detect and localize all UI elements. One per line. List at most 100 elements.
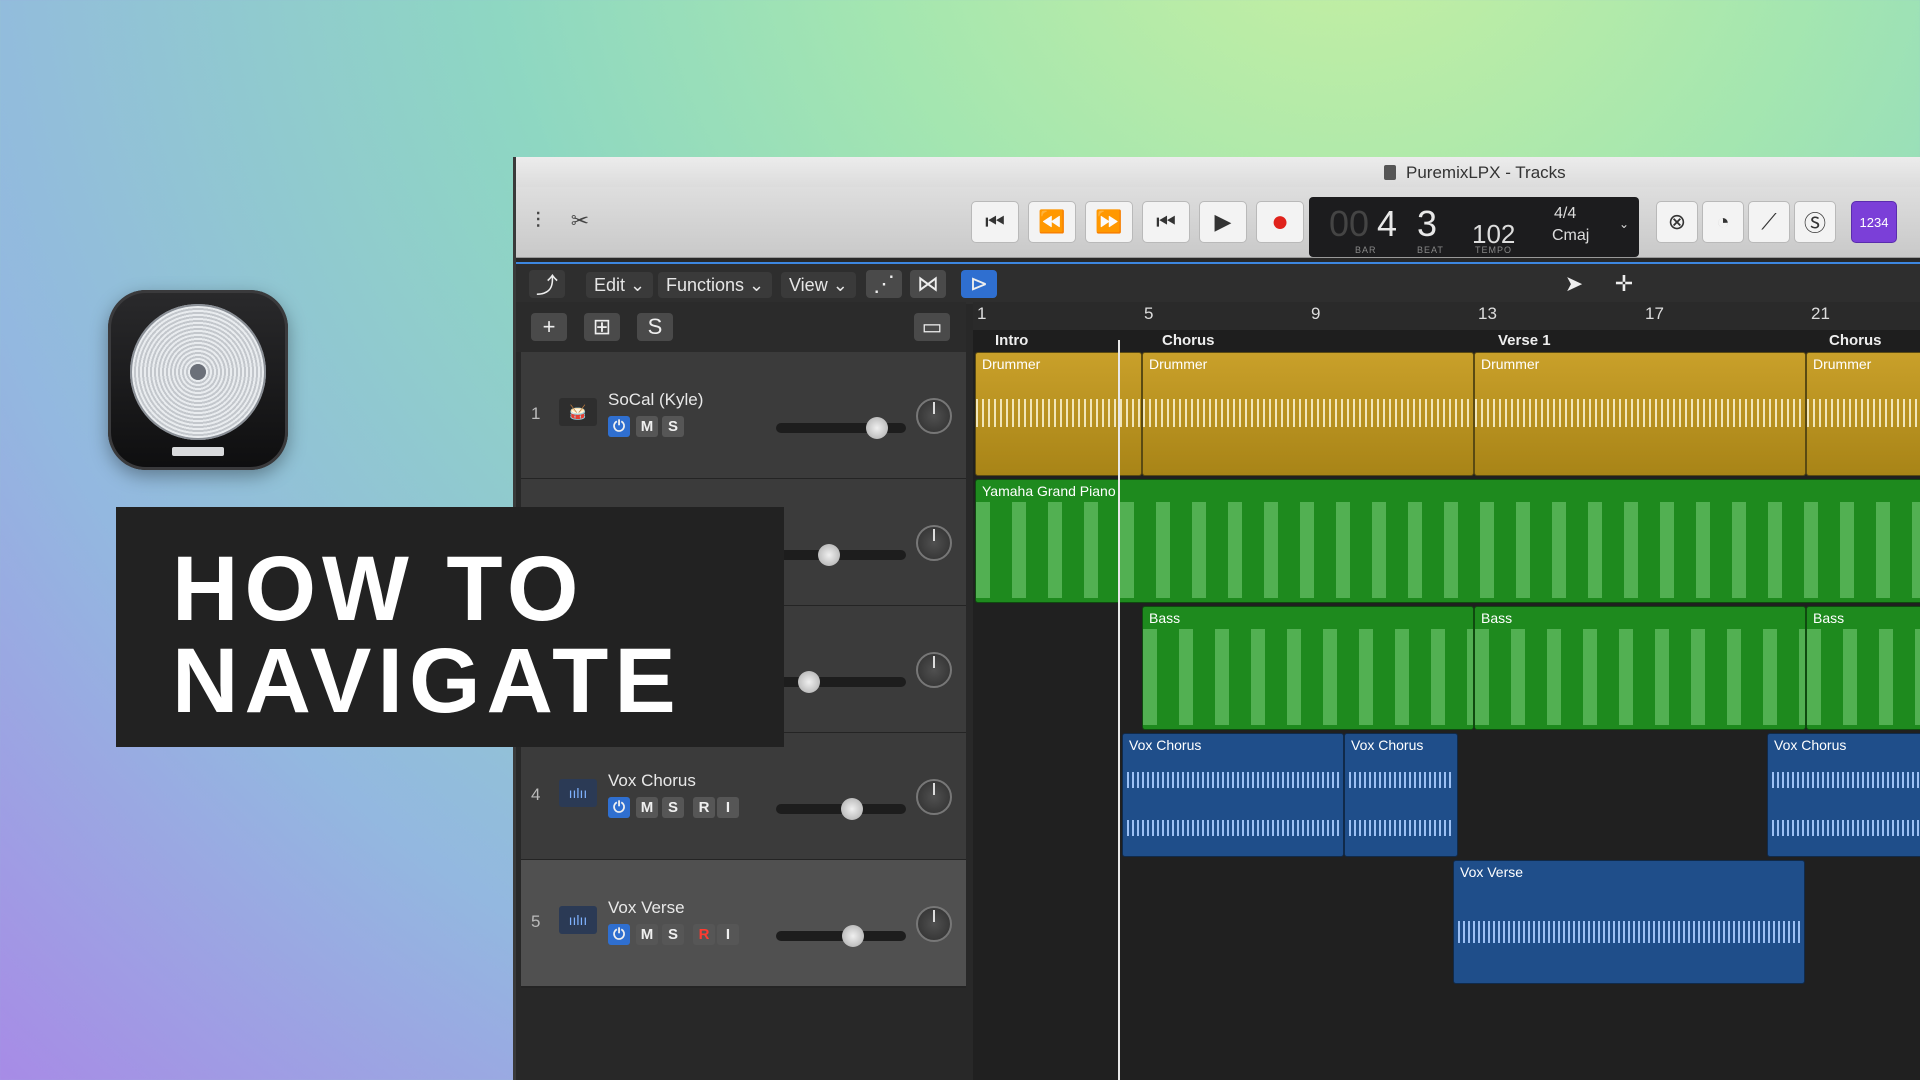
vox-chorus-region[interactable]: Vox Chorus: [1767, 733, 1920, 857]
track-name[interactable]: Vox Chorus: [608, 771, 696, 791]
replace-icon[interactable]: ⊗: [1656, 201, 1698, 243]
region-label: Bass: [1813, 610, 1845, 626]
go-to-start-button[interactable]: ⏮: [1142, 201, 1190, 243]
global-solo-button[interactable]: S: [637, 313, 673, 341]
chevron-down-icon[interactable]: ⌄: [1619, 217, 1629, 231]
fader-handle[interactable]: [842, 925, 864, 947]
marker[interactable]: Verse 1: [1498, 332, 1551, 349]
view-menu[interactable]: View ⌄: [781, 272, 856, 298]
bass-region[interactable]: Bass: [1474, 606, 1806, 730]
duplicate-track-icon[interactable]: ⊞: [584, 313, 620, 341]
power-icon[interactable]: ⏻: [608, 797, 630, 818]
piano-region[interactable]: Yamaha Grand Piano: [975, 479, 1920, 603]
pointer-tool-icon[interactable]: ➤: [1556, 270, 1592, 298]
functions-menu[interactable]: Functions ⌄: [658, 272, 773, 298]
pan-knob[interactable]: [916, 906, 952, 942]
fader-handle[interactable]: [866, 417, 888, 439]
drum-kit-icon: 🥁: [559, 398, 597, 426]
tracks-area[interactable]: Drummer Drummer Drummer Drummer Yamaha G…: [973, 352, 1920, 1080]
fader-handle[interactable]: [841, 798, 863, 820]
window-title: PuremixLPX - Tracks: [1406, 163, 1566, 182]
drummer-region[interactable]: Drummer: [1806, 352, 1920, 476]
ruler-bar: 9: [1311, 304, 1321, 323]
play-button[interactable]: ▶: [1199, 201, 1247, 243]
lcd-display[interactable]: 00 4 3 BAR BEAT 102 TEMPO 4/4 Cmaj ⌄: [1309, 197, 1639, 257]
bar-ruler[interactable]: 1 5 9 13 17 21: [973, 302, 1920, 330]
track-number: 4: [531, 785, 541, 804]
add-track-button[interactable]: +: [531, 313, 567, 341]
mute-button[interactable]: M: [636, 416, 658, 437]
drummer-region[interactable]: Drummer: [975, 352, 1142, 476]
bar-value: 4: [1377, 203, 1398, 244]
marker[interactable]: Chorus: [1829, 332, 1882, 349]
pan-knob[interactable]: [916, 525, 952, 561]
vox-chorus-region[interactable]: Vox Chorus: [1344, 733, 1458, 857]
solo-mode-icon[interactable]: Ⓢ: [1794, 201, 1836, 243]
region-waveform: [1127, 772, 1339, 788]
go-to-beginning-button[interactable]: ⏮: [971, 201, 1019, 243]
region-label: Drummer: [1149, 356, 1208, 372]
vox-verse-region[interactable]: Vox Verse: [1453, 860, 1805, 984]
rewind-button[interactable]: ⏪: [1028, 201, 1076, 243]
fader-handle[interactable]: [798, 671, 820, 693]
document-icon: [1384, 165, 1396, 180]
marker[interactable]: Chorus: [1162, 332, 1215, 349]
fast-forward-button[interactable]: ⏩: [1085, 201, 1133, 243]
bar-label: BAR: [1355, 245, 1377, 255]
pan-knob[interactable]: [916, 652, 952, 688]
tuner-icon[interactable]: ⟋: [1748, 201, 1790, 243]
drummer-region[interactable]: Drummer: [1142, 352, 1474, 476]
region-label: Drummer: [982, 356, 1041, 372]
region-label: Vox Chorus: [1129, 737, 1202, 753]
mute-button[interactable]: M: [636, 924, 658, 945]
volume-fader[interactable]: [776, 798, 906, 820]
solo-button[interactable]: S: [662, 924, 684, 945]
marker[interactable]: Intro: [995, 332, 1028, 349]
pan-knob[interactable]: [916, 779, 952, 815]
track-header-4[interactable]: 4 ıılıı Vox Chorus ⏻ M S R I: [521, 733, 966, 861]
bass-region[interactable]: Bass: [1806, 606, 1920, 730]
power-icon[interactable]: ⏻: [608, 924, 630, 945]
volume-fader[interactable]: [776, 417, 906, 439]
mute-button[interactable]: M: [636, 797, 658, 818]
scissors-icon[interactable]: ✂: [558, 201, 602, 241]
playhead[interactable]: [1118, 340, 1120, 1080]
edit-menu[interactable]: Edit ⌄: [586, 272, 654, 298]
vox-chorus-region[interactable]: Vox Chorus: [1122, 733, 1344, 857]
flex-icon[interactable]: ⋈: [910, 270, 946, 298]
solo-button[interactable]: S: [662, 797, 684, 818]
power-icon[interactable]: ⏻: [608, 416, 630, 437]
drummer-region[interactable]: Drummer: [1474, 352, 1806, 476]
record-enable-button[interactable]: R: [693, 797, 715, 818]
title-banner: HOW TO NAVIGATE: [116, 507, 784, 747]
automation-icon[interactable]: ⋰: [866, 270, 902, 298]
track-header-5[interactable]: 5 ıılıı Vox Verse ⏻ M S R I: [521, 860, 966, 988]
record-enable-button[interactable]: R: [693, 924, 715, 945]
tracks-toolbar: ⤴ Edit ⌄ Functions ⌄ View ⌄ ⋰ ⋈ ⊳ ➤ ✛: [516, 262, 1920, 304]
waveform-icon: ıılıı: [559, 906, 597, 934]
marquee-tool-icon[interactable]: ✛: [1606, 270, 1642, 298]
global-tracks-icon[interactable]: ▭: [914, 313, 950, 341]
count-in-button[interactable]: 1234: [1851, 201, 1897, 243]
volume-fader[interactable]: [776, 671, 906, 693]
track-name[interactable]: Vox Verse: [608, 898, 685, 918]
volume-fader[interactable]: [776, 925, 906, 947]
track-header-tools: + ⊞ S ▭: [516, 302, 966, 352]
input-monitor-button[interactable]: I: [717, 924, 739, 945]
back-icon[interactable]: ⤴: [529, 270, 565, 298]
region-waveform: [1475, 399, 1805, 427]
region-waveform: [1349, 820, 1453, 836]
mixer-icon[interactable]: ⫶: [516, 201, 560, 241]
beat-value: 3: [1417, 203, 1438, 244]
input-monitor-button[interactable]: I: [717, 797, 739, 818]
track-header-1[interactable]: 1 🥁 SoCal (Kyle) ⏻ M S: [521, 352, 966, 480]
volume-fader[interactable]: [776, 544, 906, 566]
pan-knob[interactable]: [916, 398, 952, 434]
record-button[interactable]: ●: [1256, 201, 1304, 243]
bass-region[interactable]: Bass: [1142, 606, 1474, 730]
catch-playhead-icon[interactable]: ⊳: [961, 270, 997, 298]
track-name[interactable]: SoCal (Kyle): [608, 390, 703, 410]
fader-handle[interactable]: [818, 544, 840, 566]
metronome-gauge-icon[interactable]: ◔: [1702, 201, 1744, 243]
solo-button[interactable]: S: [662, 416, 684, 437]
